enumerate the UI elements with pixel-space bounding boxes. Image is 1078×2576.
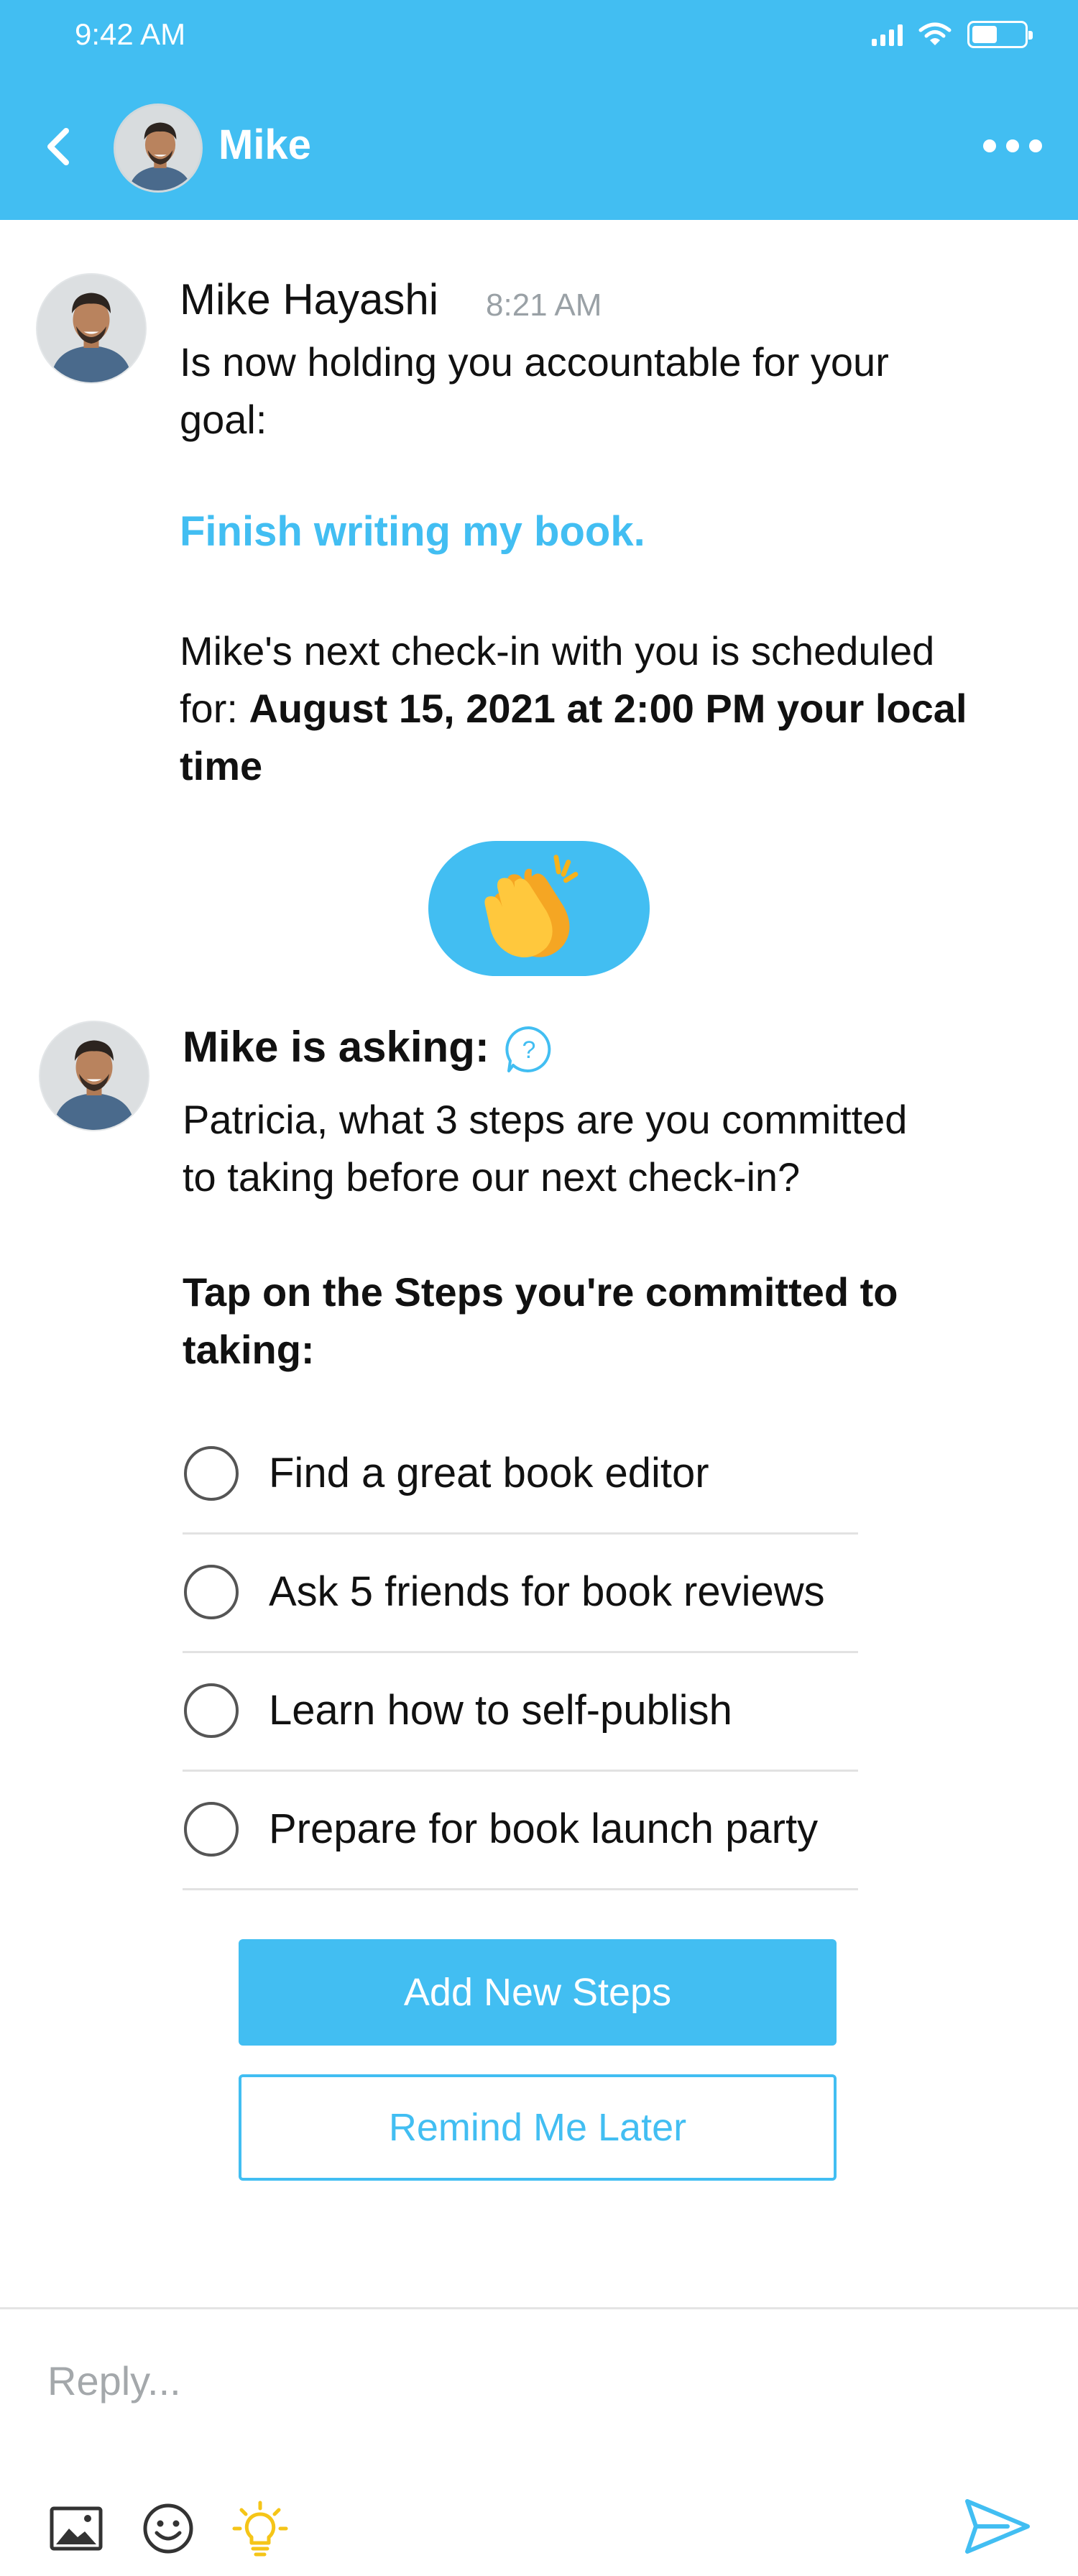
app-header: 9:42 AM Mike <box>0 0 1078 220</box>
clap-reaction-button[interactable] <box>428 841 650 976</box>
add-new-steps-button[interactable]: Add New Steps <box>239 1939 837 2046</box>
send-icon[interactable] <box>963 2494 1032 2559</box>
status-time: 9:42 AM <box>75 17 186 51</box>
step-label: Ask 5 friends for book reviews <box>269 1568 825 1615</box>
step-label: Find a great book editor <box>269 1450 709 1496</box>
radio-unchecked-icon[interactable] <box>184 1802 239 1857</box>
avatar[interactable] <box>39 1021 149 1131</box>
step-option[interactable]: Find a great book editor <box>183 1416 858 1535</box>
radio-unchecked-icon[interactable] <box>184 1446 239 1501</box>
checkin-text: Mike's next check-in with you is schedul… <box>180 622 1042 795</box>
checkin-line: Mike's next check-in with you is schedul… <box>180 628 935 673</box>
instruction-line: Tap on the Steps you're committed to <box>183 1269 898 1315</box>
question-line: Patricia, what 3 steps are you committed <box>183 1097 908 1142</box>
remind-me-later-button[interactable]: Remind Me Later <box>239 2074 837 2181</box>
help-question-icon[interactable]: ? <box>503 1024 555 1075</box>
goal-text: Finish writing my book. <box>180 508 645 555</box>
message-timestamp: 8:21 AM <box>486 288 602 323</box>
avatar[interactable] <box>114 104 203 193</box>
clapping-hands-icon <box>484 855 579 957</box>
steps-list: Find a great book editor Ask 5 friends f… <box>183 1416 858 1890</box>
question-line: to taking before our next check-in? <box>183 1154 801 1200</box>
emoji-icon[interactable] <box>139 2500 197 2557</box>
battery-icon <box>967 21 1033 48</box>
avatar[interactable] <box>36 273 147 384</box>
lightbulb-icon[interactable] <box>231 2500 289 2557</box>
radio-unchecked-icon[interactable] <box>184 1683 239 1738</box>
more-horizontal-icon[interactable] <box>983 134 1042 158</box>
step-option[interactable]: Learn how to self-publish <box>183 1653 858 1772</box>
svg-text:?: ? <box>522 1036 536 1064</box>
radio-unchecked-icon[interactable] <box>184 1565 239 1619</box>
instruction-line: taking: <box>183 1327 315 1372</box>
status-icons <box>872 19 1033 50</box>
chevron-left-icon[interactable] <box>36 121 82 172</box>
step-label: Prepare for book launch party <box>269 1806 819 1852</box>
message-line: Is now holding you accountable for your <box>180 339 889 385</box>
step-label: Learn how to self-publish <box>269 1687 732 1734</box>
step-option[interactable]: Ask 5 friends for book reviews <box>183 1535 858 1653</box>
sender-name: Mike Hayashi <box>180 275 439 323</box>
checkin-prefix: for: <box>180 686 249 731</box>
conversation-title[interactable]: Mike <box>218 121 311 169</box>
instruction-text: Tap on the Steps you're committed to tak… <box>183 1264 1045 1379</box>
composer-divider <box>0 2307 1078 2309</box>
checkin-datetime: August 15, 2021 at 2:00 PM your local <box>249 686 967 731</box>
question-text: Patricia, what 3 steps are you committed… <box>183 1091 1045 1206</box>
question-title: Mike is asking: <box>183 1023 489 1071</box>
step-option[interactable]: Prepare for book launch party <box>183 1772 858 1890</box>
checkin-suffix: time <box>180 743 263 788</box>
cellular-signal-icon <box>872 23 903 46</box>
message-text: Is now holding you accountable for your … <box>180 334 1042 448</box>
image-icon[interactable] <box>47 2500 105 2557</box>
wifi-icon <box>918 22 952 45</box>
message-line: goal: <box>180 397 267 442</box>
reply-input[interactable] <box>47 2352 982 2409</box>
checkin-line: for: August 15, 2021 at 2:00 PM your loc… <box>180 680 1042 737</box>
